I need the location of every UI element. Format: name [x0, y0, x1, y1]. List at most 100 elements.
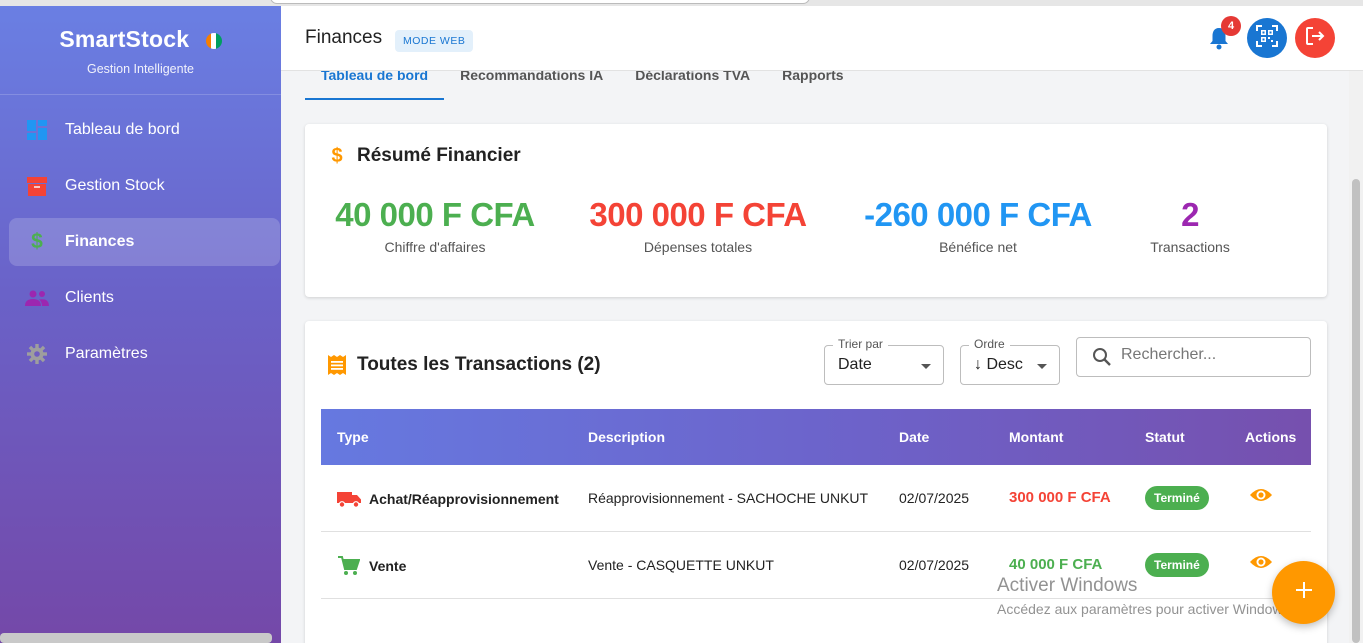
transactions-title-row: Toutes les Transactions (2) — [325, 353, 601, 377]
truck-icon — [337, 487, 361, 511]
sidebar-item-settings[interactable]: Paramètres — [9, 330, 280, 378]
tab-reports[interactable]: Rapports — [766, 71, 859, 100]
amount-cell: 40 000 F CFA — [1009, 556, 1103, 573]
tab-vat-declarations[interactable]: Déclarations TVA — [619, 71, 766, 100]
stat-value: 300 000 F CFA — [589, 196, 807, 233]
address-bar[interactable] — [270, 0, 810, 4]
order-label: Ordre — [969, 337, 1010, 351]
notification-count-badge: 4 — [1221, 16, 1241, 36]
inventory-icon — [25, 174, 49, 198]
sort-by-value: Date — [838, 356, 872, 373]
sort-by-select[interactable]: Trier par Date — [824, 337, 944, 385]
watermark-subtitle: Accédez aux paramètres pour activer Wind… — [997, 601, 1294, 617]
brand: SmartStock Gestion Intelligente — [0, 26, 281, 76]
table-row[interactable]: Achat/Réapprovisionnement Réapprovisionn… — [321, 465, 1311, 532]
sidebar-item-finances[interactable]: $ Finances — [9, 218, 280, 266]
sidebar-item-label: Tableau de bord — [65, 121, 180, 138]
brand-subtitle: Gestion Intelligente — [86, 62, 194, 76]
sort-by-label: Trier par — [833, 337, 888, 351]
transactions-table: Type Description Date Montant Statut Act… — [321, 409, 1311, 599]
tab-ai-recommendations[interactable]: Recommandations IA — [444, 71, 619, 100]
date-cell: 02/07/2025 — [899, 557, 970, 573]
type-cell: Vente — [337, 554, 406, 578]
ivory-coast-flag-icon — [205, 32, 222, 49]
status-badge: Terminé — [1145, 486, 1209, 510]
eye-icon[interactable] — [1249, 554, 1273, 573]
watermark-title: Activer Windows — [997, 575, 1138, 596]
mode-badge: MODE WEB — [395, 30, 474, 52]
date-cell: 02/07/2025 — [899, 490, 970, 506]
qr-code-icon — [1256, 24, 1278, 52]
stat-transactions: 2 Transactions — [1130, 196, 1250, 255]
order-value: ↓ Desc — [974, 356, 1023, 373]
type-cell: Achat/Réapprovisionnement — [337, 487, 559, 511]
logout-button[interactable] — [1295, 18, 1335, 58]
top-header: Finances MODE WEB 4 — [281, 6, 1363, 71]
amount-cell: 300 000 F CFA — [1009, 489, 1111, 506]
transactions-title: Toutes les Transactions (2) — [357, 354, 601, 375]
sidebar-item-label: Clients — [65, 289, 114, 306]
sidebar: SmartStock Gestion Intelligente Tableau … — [0, 6, 281, 643]
chevron-down-icon — [921, 364, 931, 369]
receipt-icon — [325, 353, 349, 377]
finance-tabs: Tableau de bord Recommandations IA Décla… — [305, 71, 860, 100]
scrollbar-thumb[interactable] — [1352, 179, 1360, 643]
plus-icon — [1294, 580, 1314, 605]
stat-label: Chiffre d'affaires — [384, 239, 486, 255]
cart-icon — [337, 554, 361, 578]
add-transaction-button[interactable] — [1272, 561, 1335, 624]
chevron-down-icon — [1037, 364, 1047, 369]
column-header-status[interactable]: Statut — [1145, 429, 1185, 445]
main-content: Tableau de bord Recommandations IA Décla… — [281, 71, 1349, 643]
stat-revenue: 40 000 F CFA Chiffre d'affaires — [335, 196, 535, 255]
sidebar-nav: Tableau de bord Gestion Stock $ Finances… — [9, 106, 280, 386]
sidebar-item-label: Finances — [65, 233, 135, 250]
status-badge: Terminé — [1145, 553, 1209, 577]
page-scrollbar[interactable] — [1349, 71, 1363, 643]
dollar-icon: $ — [31, 230, 43, 253]
divider — [0, 94, 281, 95]
sidebar-item-label: Paramètres — [65, 345, 148, 362]
description-cell: Réapprovisionnement - SACHOCHE UNKUT — [588, 490, 869, 506]
column-header-amount[interactable]: Montant — [1009, 429, 1063, 445]
column-header-type[interactable]: Type — [337, 429, 369, 445]
logout-icon — [1304, 25, 1326, 52]
table-header: Type Description Date Montant Statut Act… — [321, 409, 1311, 465]
summary-title: Résumé Financier — [357, 145, 521, 166]
description-cell: Vente - CASQUETTE UNKUT — [588, 557, 774, 573]
gear-icon — [25, 342, 49, 366]
stat-value: 2 — [1181, 196, 1199, 233]
dashboard-icon — [25, 118, 49, 142]
type-label: Achat/Réapprovisionnement — [369, 491, 559, 507]
column-header-description[interactable]: Description — [588, 429, 665, 445]
page-title: Finances — [305, 27, 383, 48]
column-header-actions: Actions — [1245, 429, 1297, 445]
stat-expenses: 300 000 F CFA Dépenses totales — [583, 196, 813, 255]
eye-icon[interactable] — [1249, 487, 1273, 506]
windows-activation-watermark: Activer Windows Accédez aux paramètres p… — [997, 575, 1293, 617]
stat-label: Bénéfice net — [939, 239, 1017, 255]
stat-label: Transactions — [1150, 239, 1230, 255]
qr-scanner-button[interactable] — [1247, 18, 1287, 58]
column-header-date[interactable]: Date — [899, 429, 929, 445]
stat-net-profit: -260 000 F CFA Bénéfice net — [853, 196, 1103, 255]
search-icon — [1092, 347, 1112, 372]
sidebar-item-clients[interactable]: Clients — [9, 274, 280, 322]
sidebar-scrollbar[interactable] — [0, 633, 272, 643]
dollar-icon: $ — [331, 144, 343, 167]
sidebar-item-label: Gestion Stock — [65, 177, 165, 194]
summary-title-row: $ Résumé Financier — [325, 144, 521, 168]
people-icon — [25, 286, 49, 310]
sidebar-item-dashboard[interactable]: Tableau de bord — [9, 106, 280, 154]
order-select[interactable]: Ordre ↓ Desc — [960, 337, 1060, 385]
brand-name: SmartStock — [59, 26, 190, 52]
search-input[interactable] — [1121, 346, 1301, 364]
stat-label: Dépenses totales — [643, 239, 753, 255]
type-label: Vente — [369, 558, 407, 574]
stat-value: -260 000 F CFA — [864, 196, 1092, 233]
search-box[interactable] — [1076, 337, 1311, 377]
sidebar-item-stock[interactable]: Gestion Stock — [9, 162, 280, 210]
financial-summary-card: $ Résumé Financier 40 000 F CFA Chiffre … — [305, 124, 1327, 297]
tab-dashboard[interactable]: Tableau de bord — [305, 71, 445, 100]
stat-value: 40 000 F CFA — [335, 196, 535, 233]
